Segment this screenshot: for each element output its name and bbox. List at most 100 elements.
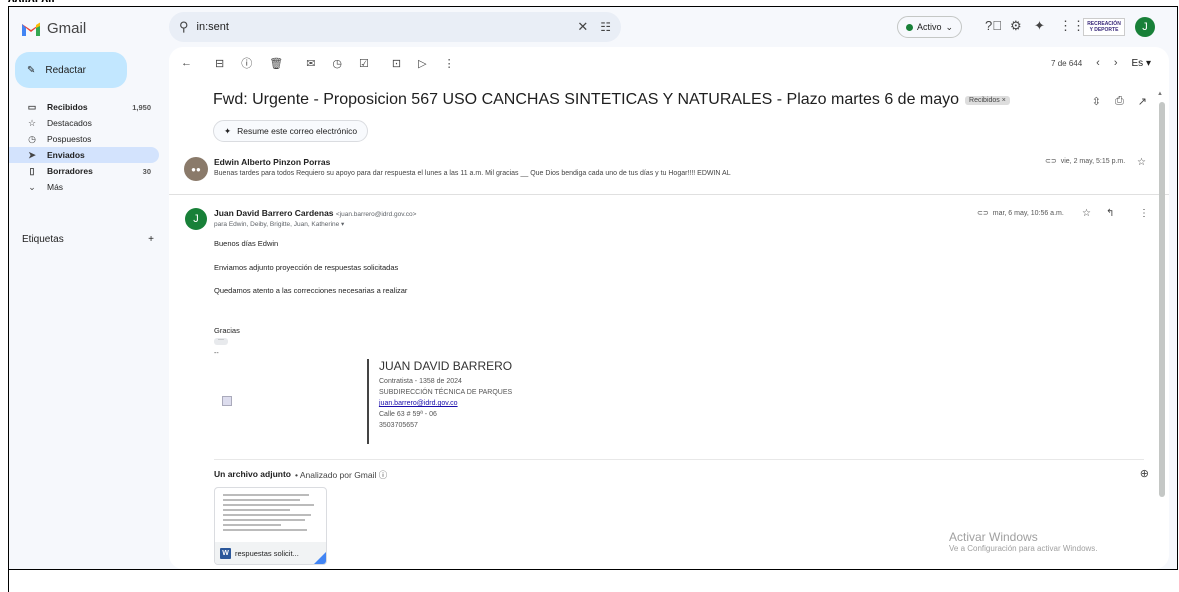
labels-title: Etiquetas [22, 234, 64, 245]
compose-button[interactable]: ✎ Redactar [15, 52, 127, 88]
email-signature: JUAN DAVID BARRERO Contratista - 1358 de… [367, 359, 512, 444]
recipients-dropdown[interactable]: para Edwin, Deiby, Brigitte, Juan, Kathe… [214, 220, 416, 228]
label-icon[interactable]: ▷ [418, 57, 426, 70]
star-icon[interactable]: ☆ [1082, 208, 1091, 219]
status-dropdown[interactable]: Activo ⌄ [897, 16, 963, 38]
more-vert-icon[interactable]: ⋮ [444, 57, 455, 70]
signature-department: SUBDIRECCIÓN TÉCNICA DE PARQUES [379, 389, 513, 396]
chevron-down-icon: ⌄ [28, 181, 36, 192]
language-label: Es [1131, 57, 1144, 69]
message-toolbar: ← ⊟ ⓘ 🗑︎ ✉ ◷ ☑ ⊡ ▷ ⋮ [181, 55, 455, 71]
account-avatar[interactable]: J [1135, 17, 1155, 37]
report-spam-icon[interactable]: ⓘ [241, 55, 252, 71]
gmail-m-icon [22, 22, 40, 36]
thread-subject-row: Fwd: Urgente - Proposicion 567 USO CANCH… [213, 91, 1010, 109]
organization-logo[interactable]: RECREACIÓN Y DEPORTE [1083, 18, 1125, 36]
avatar: ●● [184, 157, 208, 181]
word-doc-icon: W [220, 547, 231, 559]
watermark-title: Activar Windows [949, 530, 1038, 544]
search-bar[interactable]: ⚲ in:sent ✕ ☷ [169, 12, 621, 42]
sender-name: Edwin Alberto Pinzon Porras [214, 157, 331, 167]
summarize-label: Resume este correo electrónico [237, 126, 358, 136]
scanned-by-gmail: • Analizado por Gmail ⓘ [294, 470, 388, 480]
show-trimmed-content-button[interactable]: ··· [214, 337, 228, 345]
message-collapsed[interactable]: ●● Edwin Alberto Pinzon Porras Buenas ta… [169, 147, 1169, 195]
search-input[interactable]: in:sent [197, 21, 578, 33]
draft-count: 30 [142, 166, 151, 176]
open-new-window-icon[interactable]: ↗ [1138, 95, 1147, 108]
attachment-filename: respuestas solicit... [235, 548, 299, 558]
body-text: Quedamos atento a las correcciones neces… [214, 286, 408, 295]
attachment-icon: ⊂⊃ [1045, 158, 1057, 165]
sidebar-item-label: Enviados [47, 150, 85, 160]
add-label-icon[interactable]: + [148, 234, 154, 245]
signature-separator: -- [214, 350, 219, 357]
clock-icon: ◷ [28, 133, 36, 144]
apps-grid-icon[interactable]: ⋮⋮ [1059, 18, 1085, 34]
subject-actions: ⇳ ⎙ ↗ [1092, 95, 1147, 108]
sidebar-item-enviados[interactable]: ➤ Enviados [9, 147, 159, 163]
attachment-card[interactable]: W respuestas solicit... [214, 487, 327, 565]
message-header: Juan David Barrero Cardenas <juan.barrer… [214, 208, 416, 228]
reply-icon[interactable]: ↰ [1106, 208, 1114, 219]
label-tag[interactable]: Recibidos × [965, 95, 1010, 105]
snooze-icon[interactable]: ◷ [332, 57, 342, 70]
broken-image-icon [222, 396, 232, 406]
message-date: ⊂⊃ mar, 6 may, 10:56 a.m. [977, 209, 1064, 218]
sidebar-item-recibidos[interactable]: ▭ Recibidos 1,950 [9, 99, 159, 115]
add-to-drive-icon[interactable]: ⊕ [1140, 467, 1149, 480]
add-task-icon[interactable]: ☑ [359, 57, 369, 70]
attachments-title: Un archivo adjunto [214, 469, 291, 479]
attachment-icon: ⊂⊃ [977, 210, 989, 217]
search-options-icon[interactable]: ☷ [600, 20, 611, 34]
expand-all-icon[interactable]: ⇳ [1092, 95, 1101, 108]
attachment-corner [314, 552, 326, 564]
back-arrow-icon[interactable]: ← [181, 57, 192, 69]
star-icon[interactable]: ☆ [1137, 157, 1146, 168]
language-selector[interactable]: Es ▾ [1132, 58, 1151, 69]
labels-header: Etiquetas + [22, 234, 154, 245]
sidebar-item-label: Borradores [47, 166, 93, 176]
settings-icon[interactable]: ⚙ [1010, 18, 1022, 34]
frame-border-bottom [8, 569, 1178, 570]
gmail-app: Gmail ⚲ in:sent ✕ ☷ Activo ⌄ ?⃝ ⚙ ✦ ⋮⋮ R… [9, 7, 1177, 569]
signature-role: Contratista - 1358 de 2024 [379, 378, 462, 385]
gemini-sparkle-icon[interactable]: ✦ [1034, 18, 1045, 34]
signature-address: Calle 63 # 59ª - 06 [379, 411, 437, 418]
move-to-icon[interactable]: ⊡ [392, 57, 401, 70]
clear-search-icon[interactable]: ✕ [577, 19, 588, 35]
scrollbar[interactable] [1159, 102, 1165, 497]
summarize-button[interactable]: ✦ Resume este correo electrónico [213, 120, 369, 142]
pencil-icon: ✎ [27, 64, 36, 76]
more-vert-icon[interactable]: ⋮ [1139, 208, 1149, 219]
unread-count: 1,950 [132, 102, 151, 112]
next-icon[interactable]: › [1114, 57, 1118, 69]
signature-email-link[interactable]: juan.barrero@idrd.gov.co [379, 398, 512, 409]
message-snippet: Buenas tardes para todos Requiero su apo… [214, 170, 731, 177]
mark-unread-icon[interactable]: ✉ [306, 57, 315, 70]
sidebar-item-mas[interactable]: ⌄ Más [9, 179, 159, 195]
send-icon: ➤ [28, 149, 36, 160]
print-icon[interactable]: ⎙ [1115, 95, 1124, 108]
date-text: mar, 6 may, 10:56 a.m. [992, 209, 1064, 217]
sidebar-item-destacados[interactable]: ☆ Destacados [9, 115, 159, 131]
attachments-header: Un archivo adjunto • Analizado por Gmail… [214, 469, 387, 481]
attachment-preview [223, 494, 319, 538]
help-icon[interactable]: ?⃝ [985, 18, 1002, 33]
scroll-up-icon[interactable]: ▲ [1157, 91, 1163, 97]
app-name: Gmail [47, 20, 87, 37]
message-pane: ← ⊟ ⓘ 🗑︎ ✉ ◷ ☑ ⊡ ▷ ⋮ 7 de 644 ‹ › Es ▾ F… [169, 47, 1169, 569]
sidebar-item-pospuestos[interactable]: ◷ Pospuestos [9, 131, 159, 147]
frame-border-right [1177, 6, 1178, 570]
status-dot-icon [906, 23, 913, 31]
sender-email: <juan.barrero@idrd.gov.co> [335, 211, 417, 218]
sidebar-item-label: Recibidos [47, 102, 88, 112]
divider [214, 459, 1144, 460]
archive-icon[interactable]: ⊟ [215, 57, 224, 70]
gmail-logo[interactable]: Gmail [21, 20, 86, 37]
search-icon[interactable]: ⚲ [179, 19, 189, 35]
sidebar-item-borradores[interactable]: ▯ Borradores 30 [9, 163, 159, 179]
compose-label: Redactar [45, 64, 86, 76]
delete-icon[interactable]: 🗑︎ [269, 57, 283, 70]
previous-icon[interactable]: ‹ [1096, 57, 1100, 69]
